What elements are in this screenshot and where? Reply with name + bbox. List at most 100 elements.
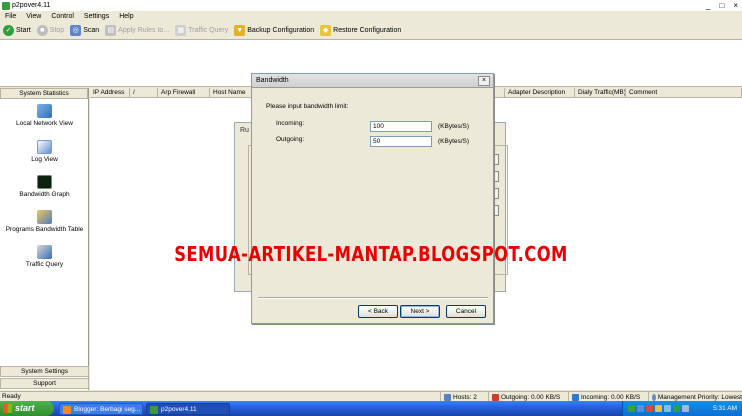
start-text: start [15,403,35,413]
menu-settings[interactable]: Settings [84,13,109,20]
backup-config-button[interactable]: ▼ Backup Configuration [234,24,315,36]
hosts-icon [444,393,451,401]
windows-logo-icon [3,404,12,413]
cancel-button[interactable]: Cancel [446,305,486,318]
dialog-close-button[interactable]: × [478,76,490,86]
programs-icon [37,210,52,224]
status-bar: Ready Hosts: 2 Outgoing: 0.00 KB/S Incom… [0,391,742,402]
col-arp-firewall[interactable]: Arp Firewall [158,88,210,98]
taskbar-item-p2pover[interactable]: p2pover4.11 [146,403,230,415]
apply-rules-icon: ▤ [105,24,117,36]
col-ip-address[interactable]: IP Address [90,88,130,98]
maximize-button[interactable]: □ [719,1,724,10]
dialog-title-text: Bandwidth [256,77,289,84]
apply-rules-label: Apply Rules to... [118,26,170,34]
outgoing-arrow-icon [492,393,499,401]
tray-icon[interactable] [682,405,689,412]
restore-label: Restore Configuration [333,26,402,34]
app-icon [2,1,10,10]
start-label: Start [16,26,31,34]
menu-view[interactable]: View [26,13,41,20]
nav-label: Bandwidth Graph [19,191,70,198]
nav-label: Log View [31,156,58,163]
menu-bar: File View Control Settings Help [0,11,742,21]
title-bar: p2pover4.11 _ □ × [0,0,742,11]
system-tray: 5:31 AM [622,401,742,416]
menu-help[interactable]: Help [119,13,133,20]
incoming-arrow-icon [572,393,579,401]
browser-icon [63,406,71,414]
network-icon [37,104,52,118]
back-button[interactable]: < Back [358,305,398,318]
support-button[interactable]: Support [0,378,89,389]
window-controls: _ □ × [706,1,738,10]
taskbar-item-label: p2pover4.11 [161,406,197,413]
traffic-query-label: Traffic Query [188,26,229,34]
bandwidth-dialog: Bandwidth × Please input bandwidth limit… [251,73,494,324]
incoming-label: Incoming: [276,120,305,127]
nav-bandwidth-graph[interactable]: Bandwidth Graph [0,175,89,198]
scan-label: Scan [83,26,100,34]
traffic-query-icon: ▦ [175,24,187,36]
log-icon [37,140,52,154]
nav-label: Programs Bandwidth Table [5,226,84,233]
taskbar-item-label: Blogger: Berbagi seg... [74,406,141,413]
status-ready: Ready [2,393,21,400]
left-panel: System Statistics Local Network View Log… [0,88,89,390]
tray-icon[interactable] [628,405,635,412]
col-comment[interactable]: Comment [626,88,742,98]
taskbar-item-blogger[interactable]: Blogger: Berbagi seg... [59,403,143,415]
watermark-text: SEMUA-ARTIKEL-MANTAP.BLOGSPOT.COM [174,242,568,266]
tray-icon[interactable] [655,405,662,412]
restore-config-button[interactable]: ◆ Restore Configuration [320,24,402,36]
dialog-separator [258,297,488,299]
nav-log-view[interactable]: Log View [0,140,89,163]
start-icon: ✓ [3,24,14,36]
graph-icon [37,175,52,189]
col-adapter-description[interactable]: Adapter Description [505,88,575,98]
window-title: p2pover4.11 [12,2,51,9]
close-button[interactable]: × [733,1,738,10]
nav-label: Local Network View [16,120,73,127]
start-button[interactable]: ✓ Start [3,24,31,36]
nav-programs-bandwidth-table[interactable]: Programs Bandwidth Table [0,210,89,233]
start-menu-button[interactable]: start [0,401,54,416]
next-button[interactable]: Next > [400,305,440,318]
scan-button[interactable]: ◎ Scan [70,24,100,36]
bandwidth-prompt: Please input bandwidth limit: [266,103,349,110]
stop-button[interactable]: ■ Stop [36,24,65,36]
tray-icon[interactable] [646,405,653,412]
toolbar: ✓ Start ■ Stop ◎ Scan ▤ Apply Rules to..… [0,21,742,39]
tray-icon[interactable] [673,405,680,412]
minimize-button[interactable]: _ [706,1,710,10]
system-statistics-header[interactable]: System Statistics [0,88,88,99]
nav-label: Traffic Query [25,261,64,268]
incoming-unit: (KBytes/S) [438,123,470,130]
query-icon [37,245,52,259]
col-daily-traffic[interactable]: Dialy Traffic(MB) [575,88,626,98]
outgoing-label: Outgoing: [276,136,305,143]
stop-label: Stop [49,26,65,34]
outgoing-input[interactable]: 50 [370,136,432,147]
backup-label: Backup Configuration [247,26,315,34]
restore-icon: ◆ [320,24,332,36]
col-sort-indicator[interactable]: / [130,88,158,98]
clock[interactable]: 5:31 AM [713,401,737,416]
traffic-query-button[interactable]: ▦ Traffic Query [175,24,229,36]
tray-icon[interactable] [664,405,671,412]
col-host-name[interactable]: Host Name [210,88,252,98]
tray-icon[interactable] [637,405,644,412]
incoming-input[interactable]: 100 [370,121,432,132]
apply-rules-button[interactable]: ▤ Apply Rules to... [105,24,170,36]
scan-icon: ◎ [70,24,82,36]
nav-local-network-view[interactable]: Local Network View [0,104,89,127]
menu-control[interactable]: Control [51,13,74,20]
bandwidth-dialog-title: Bandwidth × [252,74,493,88]
backup-icon: ▼ [234,24,246,36]
stop-icon: ■ [36,24,48,36]
priority-icon [652,393,656,401]
p2pover-icon [150,406,158,414]
system-settings-button[interactable]: System Settings [0,366,89,377]
menu-file[interactable]: File [5,13,16,20]
taskbar: start Blogger: Berbagi seg... p2pover4.1… [0,401,742,416]
